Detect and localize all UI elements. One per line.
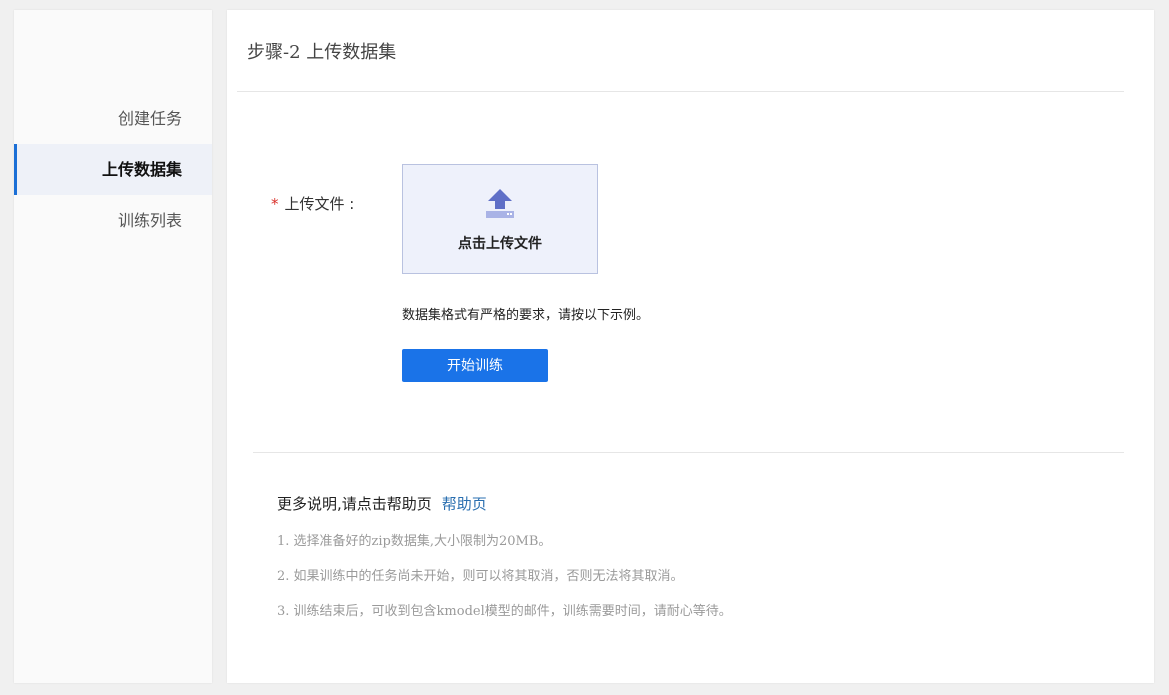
sidebar-item-training-list[interactable]: 训练列表 bbox=[14, 195, 212, 246]
upload-button-label: 点击上传文件 bbox=[458, 236, 542, 252]
start-training-button[interactable]: 开始训练 bbox=[402, 349, 548, 382]
upload-file-button[interactable]: 点击上传文件 bbox=[402, 164, 598, 274]
format-note: 数据集格式有严格的要求，请按以下示例。 bbox=[402, 308, 650, 323]
help-page-link[interactable]: 帮助页 bbox=[442, 495, 487, 513]
upload-icon bbox=[486, 189, 514, 218]
sidebar-item-create-task[interactable]: 创建任务 bbox=[14, 93, 212, 144]
help-line: 更多说明,请点击帮助页 帮助页 bbox=[277, 493, 487, 514]
help-text: 更多说明,请点击帮助页 bbox=[277, 495, 432, 513]
page-title: 步骤-2 上传数据集 bbox=[247, 42, 397, 63]
divider bbox=[253, 452, 1124, 453]
tip-item: 3. 训练结束后，可收到包含kmodel模型的邮件，训练需要时间，请耐心等待。 bbox=[277, 604, 732, 619]
required-mark: * bbox=[271, 195, 279, 213]
tip-item: 1. 选择准备好的zip数据集,大小限制为20MB。 bbox=[277, 534, 552, 549]
upload-label-text: 上传文件 : bbox=[284, 195, 355, 213]
sidebar-item-upload-dataset[interactable]: 上传数据集 bbox=[14, 144, 212, 195]
sidebar-nav: 创建任务 上传数据集 训练列表 bbox=[14, 93, 212, 246]
tip-item: 2. 如果训练中的任务尚未开始，则可以将其取消，否则无法将其取消。 bbox=[277, 569, 684, 584]
divider bbox=[237, 91, 1124, 92]
sidebar: 创建任务 上传数据集 训练列表 bbox=[14, 10, 212, 683]
upload-file-label: * 上传文件 : bbox=[271, 193, 354, 214]
main-panel: 步骤-2 上传数据集 * 上传文件 : 点击上传文件 数据集格式有严格的要求，请按… bbox=[227, 10, 1154, 683]
